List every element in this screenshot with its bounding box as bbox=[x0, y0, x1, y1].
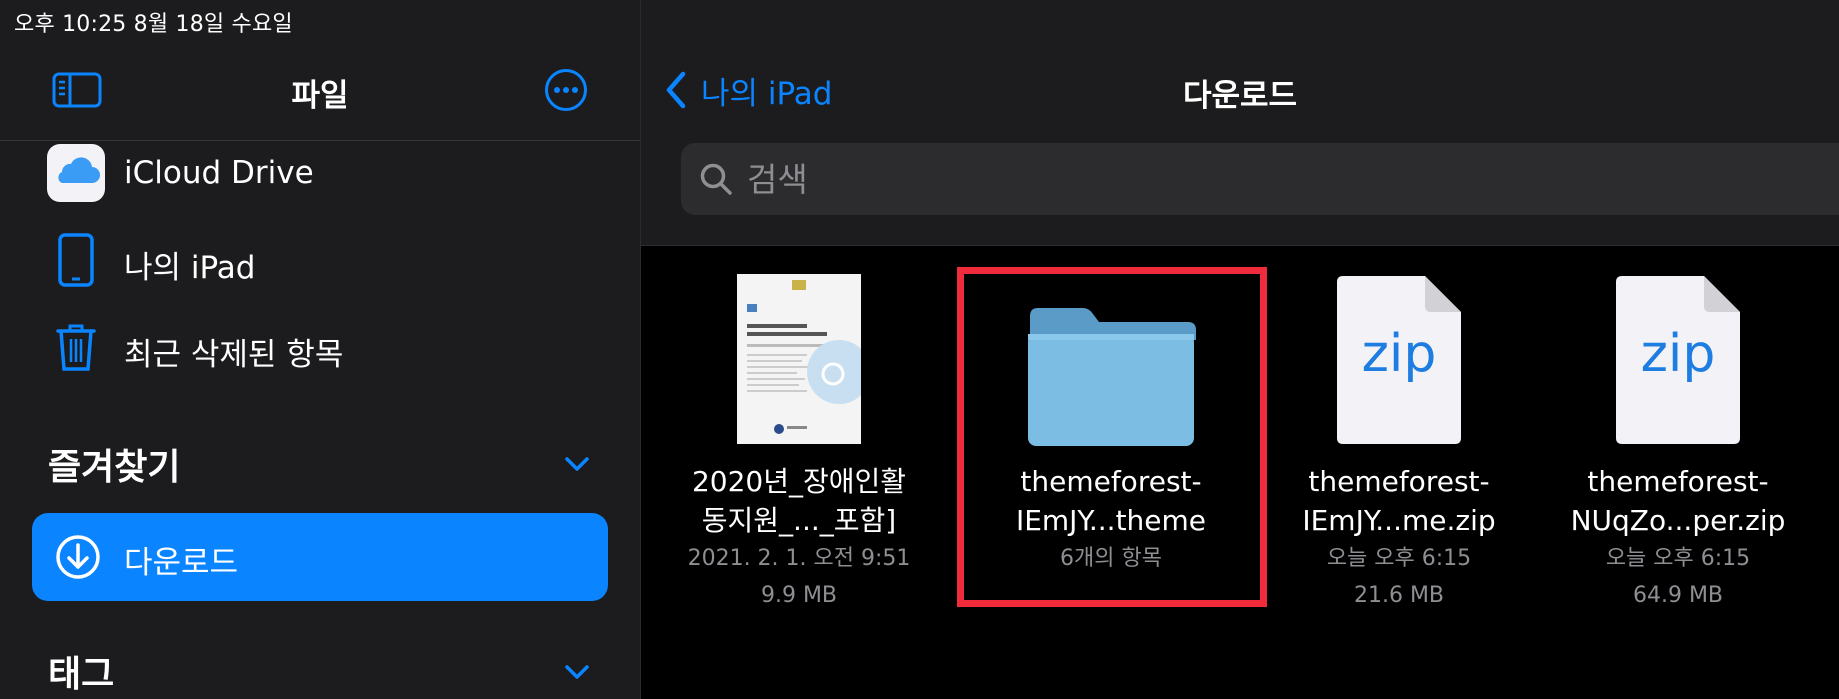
chevron-down-icon[interactable] bbox=[562, 454, 592, 474]
status-bar-time-date: 오후 10:25 8월 18일 수요일 bbox=[14, 12, 293, 37]
sidebar-item-icloud-drive[interactable]: iCloud Drive bbox=[0, 133, 640, 213]
zip-badge-label: zip bbox=[1361, 324, 1437, 384]
more-options-icon[interactable] bbox=[544, 68, 588, 112]
chevron-down-icon[interactable] bbox=[562, 662, 592, 682]
document-thumbnail-icon bbox=[737, 274, 861, 444]
download-icon bbox=[56, 535, 100, 579]
file-date: 2021. 2. 1. 오전 9:51 bbox=[687, 546, 911, 571]
sidebar-item-recently-deleted[interactable]: 최근 삭제된 항목 bbox=[0, 307, 640, 387]
file-name-line: themeforest- bbox=[1587, 465, 1769, 498]
file-size: 9.9 MB bbox=[760, 583, 838, 608]
file-date: 오늘 오후 6:15 bbox=[1326, 546, 1472, 571]
sidebar-item-label: 다운로드 bbox=[124, 545, 239, 581]
file-thumbnail bbox=[679, 270, 919, 450]
file-date: 오늘 오후 6:15 bbox=[1605, 546, 1751, 571]
file-item-zip[interactable]: zip themeforest- IEmJY...me.zip 오늘 오후 6:… bbox=[1279, 270, 1519, 614]
file-name: 2020년_장애인활 동지원_..._포함] bbox=[679, 462, 919, 540]
selection-highlight-box bbox=[957, 267, 1267, 607]
search-field[interactable] bbox=[681, 143, 1839, 215]
ipad-icon bbox=[58, 233, 94, 287]
file-item-pdf[interactable]: 2020년_장애인활 동지원_..._포함] 2021. 2. 1. 오전 9:… bbox=[679, 270, 919, 614]
sidebar: 오후 10:25 8월 18일 수요일 파일 iCloud Drive 나의 i… bbox=[0, 0, 641, 699]
sidebar-item-label: 최근 삭제된 항목 bbox=[124, 337, 344, 373]
trash-icon bbox=[56, 324, 96, 371]
search-icon bbox=[700, 163, 732, 195]
file-name: themeforest- NUqZo...per.zip bbox=[1558, 462, 1798, 540]
file-thumbnail: zip bbox=[1279, 270, 1519, 450]
main-content: 나의 iPad 다운로드 검색 2020년_장애인활 동지원_..._포함] 2… bbox=[641, 0, 1839, 699]
file-thumbnail: zip bbox=[1558, 270, 1798, 450]
icloud-icon bbox=[47, 144, 105, 202]
file-name-line: themeforest- bbox=[1308, 465, 1490, 498]
file-name-line: 동지원_..._포함] bbox=[701, 504, 897, 537]
sidebar-item-label: iCloud Drive bbox=[124, 155, 314, 191]
search-input[interactable] bbox=[745, 155, 1349, 203]
file-name-line: NUqZo...per.zip bbox=[1570, 504, 1786, 537]
sidebar-item-my-ipad[interactable]: 나의 iPad bbox=[0, 220, 640, 300]
tags-section-title[interactable]: 태그 bbox=[48, 645, 114, 697]
navigation-bar: 나의 iPad 다운로드 bbox=[641, 0, 1839, 246]
file-size: 21.6 MB bbox=[1353, 583, 1445, 608]
zip-badge-label: zip bbox=[1640, 324, 1716, 384]
sidebar-item-label: 나의 iPad bbox=[124, 250, 256, 286]
file-name: themeforest- IEmJY...me.zip bbox=[1279, 462, 1519, 540]
sidebar-item-downloads[interactable]: 다운로드 bbox=[32, 513, 608, 601]
file-name-line: IEmJY...me.zip bbox=[1302, 504, 1496, 537]
sidebar-header: 파일 bbox=[0, 56, 640, 140]
file-item-zip[interactable]: zip themeforest- NUqZo...per.zip 오늘 오후 6… bbox=[1558, 270, 1798, 614]
page-title: 다운로드 bbox=[1182, 78, 1298, 114]
favorites-section-title[interactable]: 즐겨찾기 bbox=[48, 438, 180, 490]
file-name-line: 2020년_장애인활 bbox=[691, 465, 907, 498]
file-size: 64.9 MB bbox=[1632, 583, 1724, 608]
